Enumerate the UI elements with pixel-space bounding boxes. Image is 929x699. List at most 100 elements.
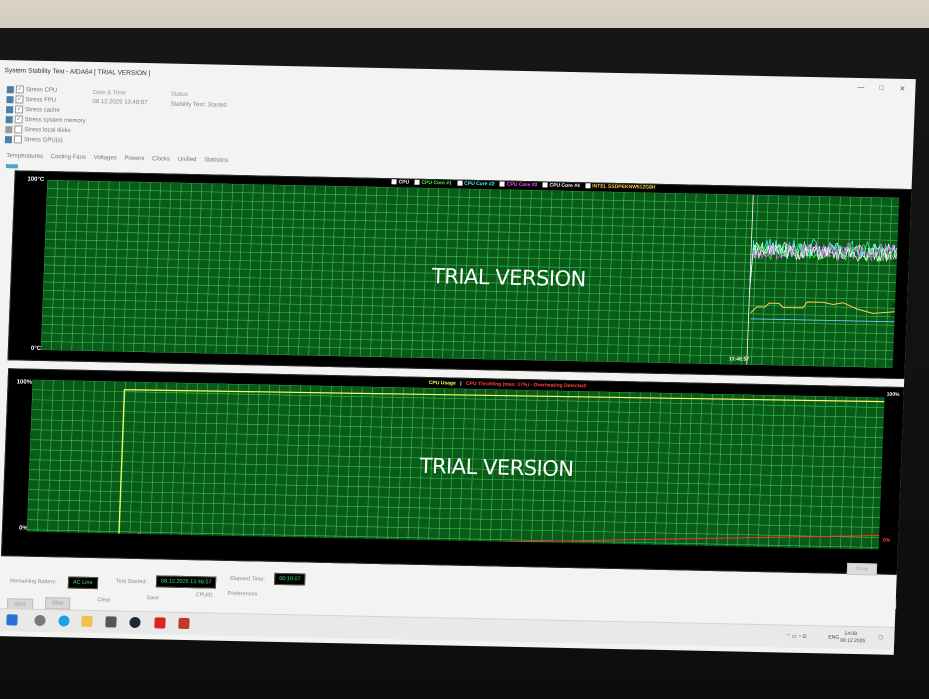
grid-line xyxy=(685,393,693,546)
search-icon[interactable] xyxy=(34,614,46,627)
temperature-plot: TRIAL VERSION 13:48:57 xyxy=(40,180,900,368)
tab-voltages[interactable]: Voltages xyxy=(94,155,117,161)
grid-line xyxy=(26,379,34,532)
maximize-button[interactable]: □ xyxy=(879,84,884,91)
grid-line xyxy=(387,387,394,540)
grid-line xyxy=(304,385,312,538)
tab-powers[interactable]: Powers xyxy=(124,156,144,162)
tab-unified[interactable]: Unified xyxy=(178,157,197,163)
grid-line xyxy=(211,383,219,536)
status-header: Status xyxy=(170,91,188,98)
usage-right-min-label: 0% xyxy=(882,537,891,544)
grid-line xyxy=(788,395,796,548)
preferences-button[interactable]: Preferences xyxy=(228,591,258,598)
grid-line xyxy=(726,394,734,547)
grid-line xyxy=(160,382,167,535)
grid-line xyxy=(42,307,895,326)
memory-icon xyxy=(5,115,13,123)
tray-time: 14:08 xyxy=(844,630,858,638)
checkbox-icon[interactable] xyxy=(14,125,23,134)
grid-line xyxy=(28,479,881,498)
grid-line xyxy=(654,392,662,545)
cpuid-button[interactable]: CPUID xyxy=(195,592,212,598)
grid-line xyxy=(129,381,137,534)
legend-checkbox-icon[interactable] xyxy=(414,179,420,185)
cpu-usage-graph-panel: CPU Usage | CPU Throttling (max: 17%) - … xyxy=(0,368,905,575)
gpu-icon xyxy=(4,135,13,143)
legend-checkbox-icon[interactable] xyxy=(457,180,463,186)
temperature-graph-panel: CPU CPU Core #1 CPU Core #2 CPU Core #3 … xyxy=(7,170,916,380)
grid-line xyxy=(284,385,291,538)
grid-line xyxy=(47,188,899,207)
grid-line xyxy=(46,205,899,224)
value-label-ssd: 28 xyxy=(890,302,897,309)
tray-language[interactable]: ENG xyxy=(828,634,839,640)
tab-clocks[interactable]: Clocks xyxy=(152,156,170,162)
notification-icon[interactable]: ▢ xyxy=(878,635,883,641)
mail-icon[interactable] xyxy=(105,616,117,628)
checkbox-icon[interactable] xyxy=(13,135,23,144)
checkbox-checked-icon[interactable]: ✓ xyxy=(14,105,24,114)
elapsed-time-display: 00:19:07 xyxy=(274,572,306,586)
grid-line xyxy=(819,396,826,549)
fpu-icon xyxy=(6,95,14,103)
grid-line xyxy=(108,381,116,534)
grid-line xyxy=(871,397,878,550)
file-explorer-icon[interactable] xyxy=(81,615,93,628)
tab-cooling-fans[interactable]: Cooling Fans xyxy=(51,154,87,161)
grid-line xyxy=(31,409,884,428)
date-header: Date & Time xyxy=(92,89,126,97)
grid-line xyxy=(737,394,744,547)
grid-line xyxy=(407,387,415,540)
grid-line xyxy=(294,385,301,538)
legend-checkbox-icon[interactable] xyxy=(499,181,505,187)
grid-line xyxy=(47,380,54,533)
test-started-display: 08.12.2025 13:48:57 xyxy=(155,575,217,589)
grid-line xyxy=(778,395,785,548)
grid-line xyxy=(829,396,837,549)
grid-line xyxy=(376,387,384,540)
edge-browser-icon[interactable] xyxy=(58,615,70,627)
grid-line xyxy=(41,341,894,360)
grid-line xyxy=(644,392,651,545)
temp-y-min-label: 0°C xyxy=(30,345,42,352)
tab-temperatures[interactable]: Temperatures xyxy=(6,153,43,160)
checkbox-checked-icon[interactable]: ✓ xyxy=(14,115,23,124)
grid-line xyxy=(78,380,85,533)
app-red-icon[interactable] xyxy=(154,617,166,629)
grid-line xyxy=(273,384,281,537)
cpu-icon xyxy=(6,85,15,93)
minimize-button[interactable]: — xyxy=(857,84,864,91)
legend-checkbox-icon[interactable] xyxy=(542,182,548,188)
steam-icon[interactable] xyxy=(129,616,141,629)
usage-y-max-label: 100% xyxy=(16,379,33,386)
grid-line xyxy=(98,381,106,534)
grid-line xyxy=(119,381,126,534)
tab-statistics[interactable]: Statistics xyxy=(204,157,228,163)
save-button[interactable]: Save xyxy=(146,595,159,601)
grid-line xyxy=(27,509,880,528)
grid-line xyxy=(67,380,75,533)
monitor-screen: System Stability Test - AIDA64 [ TRIAL V… xyxy=(0,60,916,655)
cpu-usage-plot: TRIAL VERSION xyxy=(26,379,885,550)
windows-start-icon[interactable] xyxy=(6,614,18,626)
stop-button[interactable]: Stop xyxy=(44,597,71,610)
option-stress-gpu[interactable]: Stress GPU(s) xyxy=(4,135,63,146)
aida64-icon[interactable] xyxy=(178,617,190,630)
series-ssd-line xyxy=(750,301,895,314)
legend-checkbox-icon[interactable] xyxy=(391,179,397,185)
tray-icons[interactable]: ⌃ ▭ ◔ ⊡ xyxy=(786,634,807,640)
close-button[interactable]: Close xyxy=(846,562,878,576)
close-window-button[interactable]: ✕ xyxy=(899,85,905,93)
grid-line xyxy=(757,395,765,547)
value-label-other: 28 xyxy=(890,312,897,319)
checkbox-checked-icon[interactable]: ✓ xyxy=(15,85,25,94)
legend-checkbox-icon[interactable] xyxy=(585,183,591,189)
value-label-cpu: 66 xyxy=(896,253,903,260)
temp-time-label: 13:48:57 xyxy=(728,356,750,363)
grid-line xyxy=(45,222,898,241)
checkbox-checked-icon[interactable]: ✓ xyxy=(15,95,24,104)
grid-line xyxy=(325,386,332,538)
clear-button[interactable]: Clear xyxy=(97,597,110,603)
grid-line xyxy=(695,393,703,546)
